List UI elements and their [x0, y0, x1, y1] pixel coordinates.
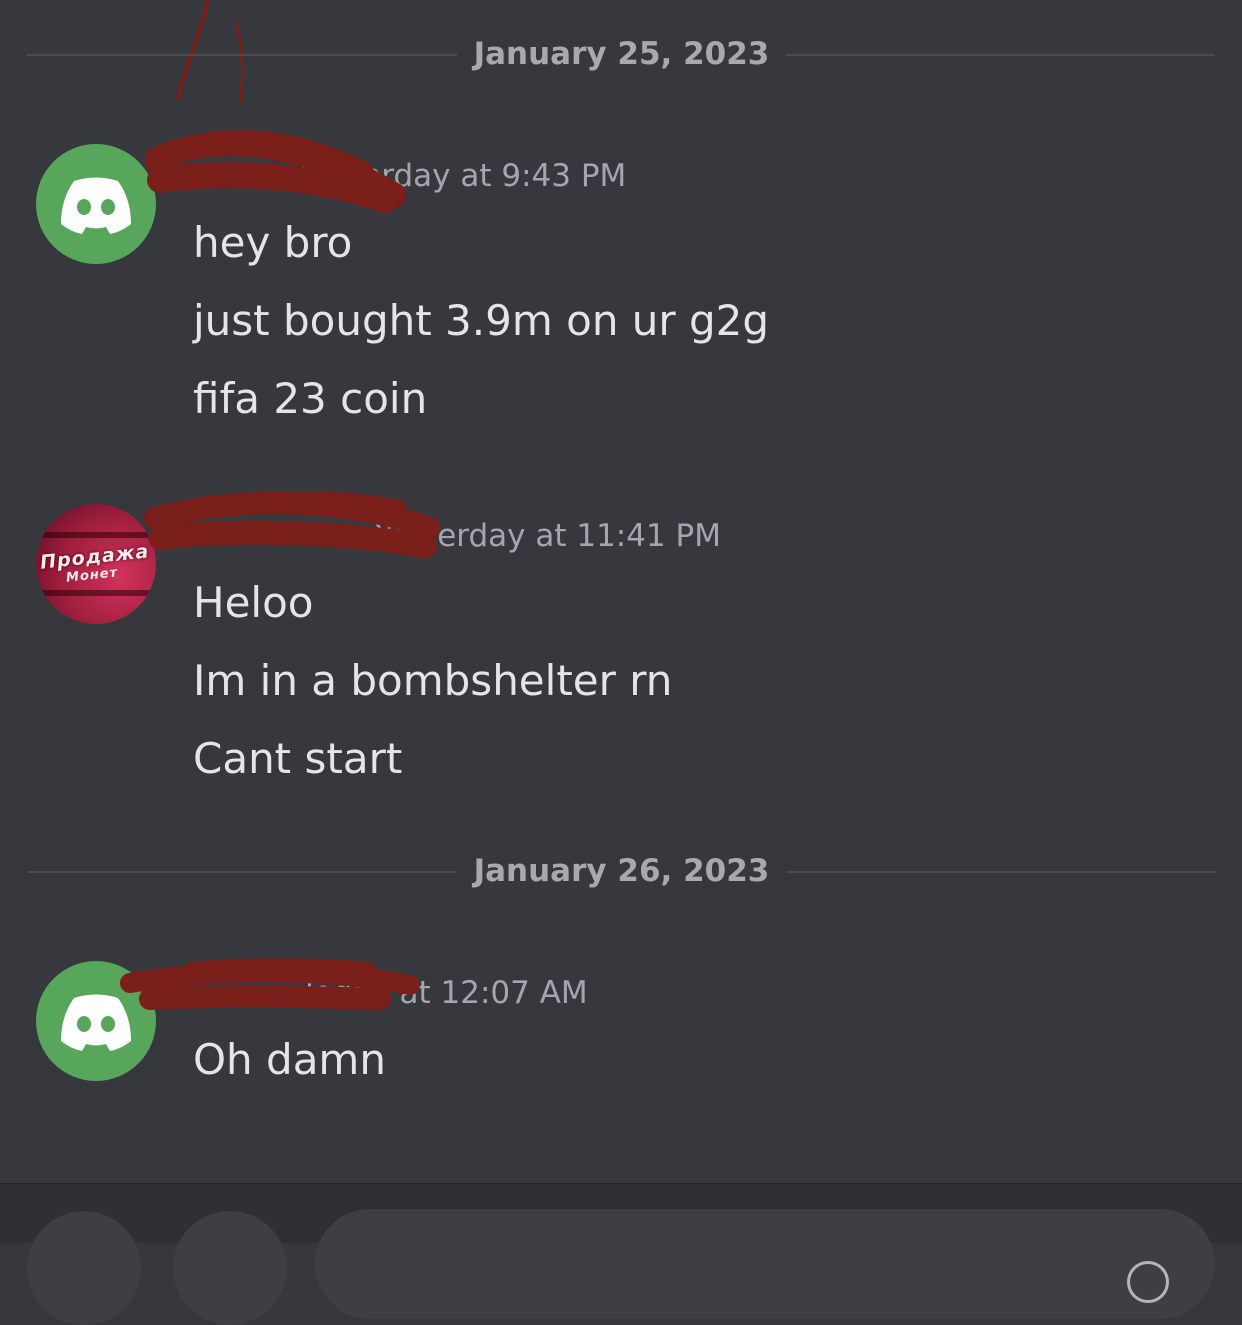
username-redaction [145, 130, 405, 213]
message-text: Im in a bombshelter rn [193, 656, 673, 705]
message-text: Heloo [193, 578, 314, 627]
avatar[interactable] [36, 144, 156, 264]
avatar-stripe [36, 532, 156, 538]
message-text: just bought 3.9m on ur g2g [193, 296, 770, 345]
divider-line [27, 54, 457, 56]
divider-line [27, 871, 457, 873]
date-label: January 26, 2023 [473, 853, 770, 889]
divider-line [786, 54, 1215, 56]
gift-button[interactable] [173, 1211, 287, 1325]
message-composer [0, 1183, 1242, 1325]
date-divider: January 26, 2023 [0, 851, 1242, 891]
discord-logo-icon [61, 177, 131, 234]
date-divider: January 25, 2023 [0, 34, 1242, 74]
username-redaction [120, 958, 420, 1010]
message-text: hey bro [193, 218, 353, 267]
plus-button[interactable] [27, 1211, 141, 1325]
emoji-icon[interactable] [1127, 1261, 1169, 1303]
date-label: January 25, 2023 [473, 36, 770, 72]
username-redaction [144, 490, 440, 558]
avatar-stripe [36, 590, 156, 596]
divider-line [786, 871, 1215, 873]
avatar[interactable]: Продажа Монет [36, 504, 156, 624]
message-text: Oh damn [193, 1035, 386, 1084]
message-text: fifa 23 coin [193, 374, 428, 423]
message-input[interactable] [315, 1209, 1215, 1319]
message-text: Cant start [193, 734, 403, 783]
